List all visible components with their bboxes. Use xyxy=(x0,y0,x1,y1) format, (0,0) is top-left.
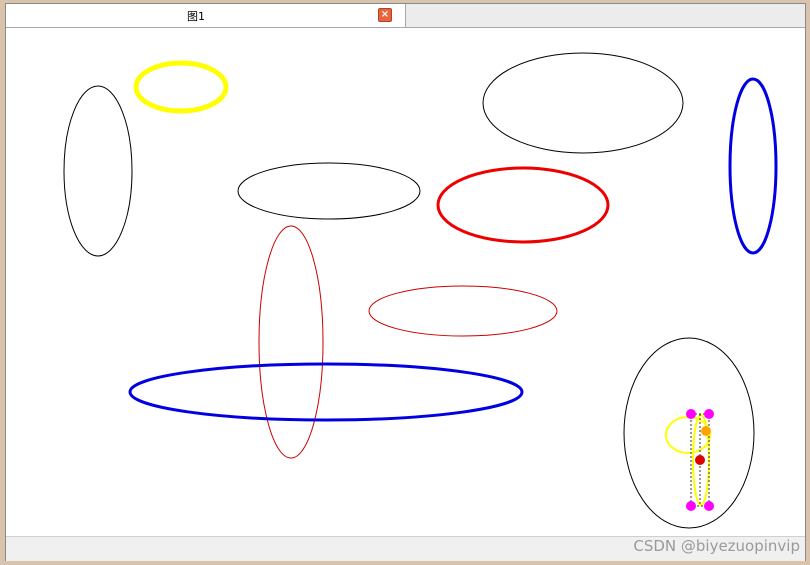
resize-handle-top-left[interactable] xyxy=(686,409,696,419)
drawing-canvas[interactable] xyxy=(6,28,805,536)
ellipse-red-thick[interactable] xyxy=(436,166,610,244)
selected-ellipse-group[interactable] xyxy=(665,409,714,511)
resize-handle-bottom-left[interactable] xyxy=(686,501,696,511)
ellipse-yellow-top[interactable] xyxy=(133,60,229,114)
resize-handle-top-right[interactable] xyxy=(704,409,714,419)
resize-handle-bottom-right[interactable] xyxy=(704,501,714,511)
ellipse-black-top-right[interactable] xyxy=(482,52,684,154)
tab-figure-1[interactable]: 图1 × xyxy=(6,4,406,27)
ellipse-red-horizontal[interactable] xyxy=(368,285,558,337)
close-icon[interactable]: × xyxy=(378,8,392,22)
ellipse-blue-right[interactable] xyxy=(728,77,778,255)
ellipse-canvas-svg[interactable] xyxy=(6,28,805,536)
rotate-handle[interactable] xyxy=(701,426,711,436)
center-handle[interactable] xyxy=(695,455,705,465)
ellipse-black-left[interactable] xyxy=(63,85,133,257)
ellipse-black-bottom-right[interactable] xyxy=(623,337,755,529)
ellipse-red-vertical[interactable] xyxy=(258,225,324,459)
ellipse-blue-long[interactable] xyxy=(128,362,524,422)
ellipse-black-center[interactable] xyxy=(237,162,421,220)
tab-title: 图1 xyxy=(187,10,205,23)
watermark-text: CSDN @biyezuopinvip xyxy=(633,537,800,555)
tab-bar: 图1 × xyxy=(6,4,805,28)
drawing-window: 图1 × xyxy=(5,3,806,561)
